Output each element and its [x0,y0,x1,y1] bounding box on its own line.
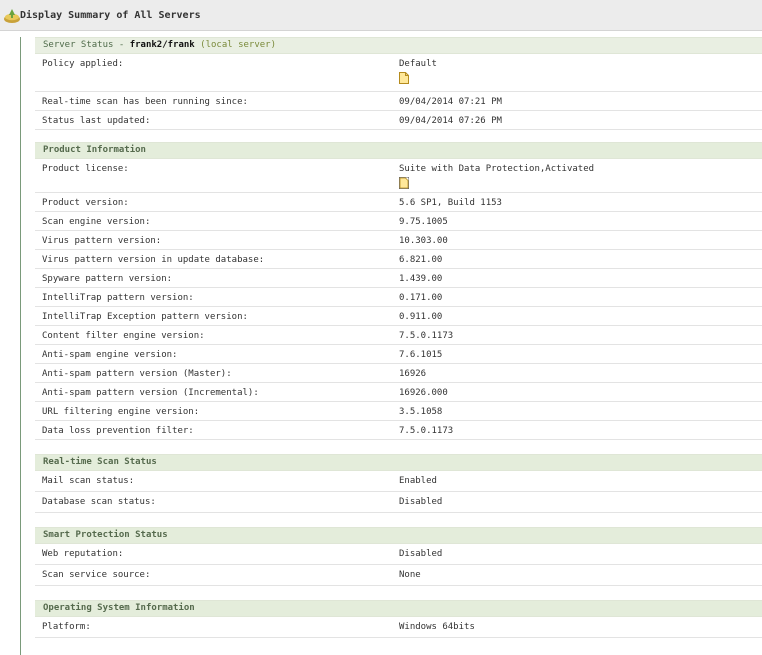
row-label: Web reputation: [42,549,124,559]
summary-table: Server Status - frank2/frank (local serv… [35,37,762,638]
row-value: 9.75.1005 [399,217,448,227]
platform-row: Platform: Windows 64bits [35,617,762,638]
server-local-tag: (local server) [194,40,277,50]
row-label: Product license: [42,164,129,174]
document-icon[interactable] [399,72,409,84]
product-license-row: Product license: Suite with Data Protect… [35,159,762,193]
antispam-engine-version-row: Anti-spam engine version: 7.6.1015 [35,345,762,364]
row-label: Content filter engine version: [42,331,205,341]
row-label: Policy applied: [42,59,124,69]
intellitrap-pattern-version-row: IntelliTrap pattern version: 0.171.00 [35,288,762,307]
row-label: Anti-spam engine version: [42,350,178,360]
server-status-header: Server Status - frank2/frank (local serv… [35,37,762,54]
row-label: Data loss prevention filter: [42,426,194,436]
policy-value: Default [399,59,437,69]
scan-running-since-row: Real-time scan has been running since: 0… [35,92,762,111]
row-value: Disabled [399,497,443,507]
row-label: Status last updated: [42,116,151,126]
left-divider [20,37,21,655]
policy-applied-row: Policy applied: Default [35,54,762,92]
row-value: 7.5.0.1173 [399,426,454,436]
row-label: Platform: [42,622,91,632]
row-value: None [399,570,421,580]
row-value: Disabled [399,549,443,559]
os-information-header: Operating System Information [35,600,762,617]
row-value: 09/04/2014 07:26 PM [399,116,502,126]
row-value: 16926 [399,369,427,379]
row-label: Database scan status: [42,497,156,507]
antispam-pattern-incremental-row: Anti-spam pattern version (Incremental):… [35,383,762,402]
web-reputation-row: Web reputation: Disabled [35,544,762,565]
virus-pattern-version-row: Virus pattern version: 10.303.00 [35,231,762,250]
product-version-row: Product version: 5.6 SP1, Build 1153 [35,193,762,212]
dlp-filter-row: Data loss prevention filter: 7.5.0.1173 [35,421,762,440]
row-value: 7.6.1015 [399,350,443,360]
row-value: 5.6 SP1, Build 1153 [399,198,502,208]
server-name: frank2/frank [129,40,195,50]
servers-summary-icon [4,9,20,23]
row-label: Anti-spam pattern version (Incremental): [42,388,259,398]
row-value: 0.911.00 [399,312,443,322]
row-label: Virus pattern version: [42,236,162,246]
intellitrap-exception-pattern-row: IntelliTrap Exception pattern version: 0… [35,307,762,326]
mail-scan-status-row: Mail scan status: Enabled [35,471,762,492]
row-value: 16926.000 [399,388,448,398]
row-value: Suite with Data Protection,Activated [399,164,595,174]
title-bar: Display Summary of All Servers [0,0,762,31]
url-filtering-engine-row: URL filtering engine version: 3.5.1058 [35,402,762,421]
product-information-header: Product Information [35,142,762,159]
database-scan-status-row: Database scan status: Disabled [35,492,762,513]
row-label: Mail scan status: [42,476,135,486]
row-label: Virus pattern version in update database… [42,255,265,265]
row-value: 1.439.00 [399,274,443,284]
row-label: Spyware pattern version: [42,274,173,284]
spyware-pattern-version-row: Spyware pattern version: 1.439.00 [35,269,762,288]
row-label: Product version: [42,198,129,208]
row-label: Anti-spam pattern version (Master): [42,369,232,379]
antispam-pattern-master-row: Anti-spam pattern version (Master): 1692… [35,364,762,383]
row-label: IntelliTrap Exception pattern version: [42,312,248,322]
page-title: Display Summary of All Servers [20,10,201,21]
row-value: 7.5.0.1173 [399,331,454,341]
row-label: Scan engine version: [42,217,151,227]
row-label: IntelliTrap pattern version: [42,293,194,303]
row-value: 0.171.00 [399,293,443,303]
row-value: 6.821.00 [399,255,443,265]
virus-pattern-update-db-row: Virus pattern version in update database… [35,250,762,269]
row-label: Real-time scan has been running since: [42,97,248,107]
scan-engine-version-row: Scan engine version: 9.75.1005 [35,212,762,231]
server-status-prefix: Server Status - [43,40,130,50]
row-value: 09/04/2014 07:21 PM [399,97,502,107]
document-icon[interactable] [399,177,409,189]
row-value: Windows 64bits [399,622,475,632]
row-value: 10.303.00 [399,236,448,246]
row-value: 3.5.1058 [399,407,443,417]
row-label: Scan service source: [42,570,151,580]
realtime-scan-status-header: Real-time Scan Status [35,454,762,471]
content-filter-engine-row: Content filter engine version: 7.5.0.117… [35,326,762,345]
status-last-updated-row: Status last updated: 09/04/2014 07:26 PM [35,111,762,130]
row-value: Enabled [399,476,437,486]
row-label: URL filtering engine version: [42,407,200,417]
scan-service-source-row: Scan service source: None [35,565,762,586]
smart-protection-status-header: Smart Protection Status [35,527,762,544]
